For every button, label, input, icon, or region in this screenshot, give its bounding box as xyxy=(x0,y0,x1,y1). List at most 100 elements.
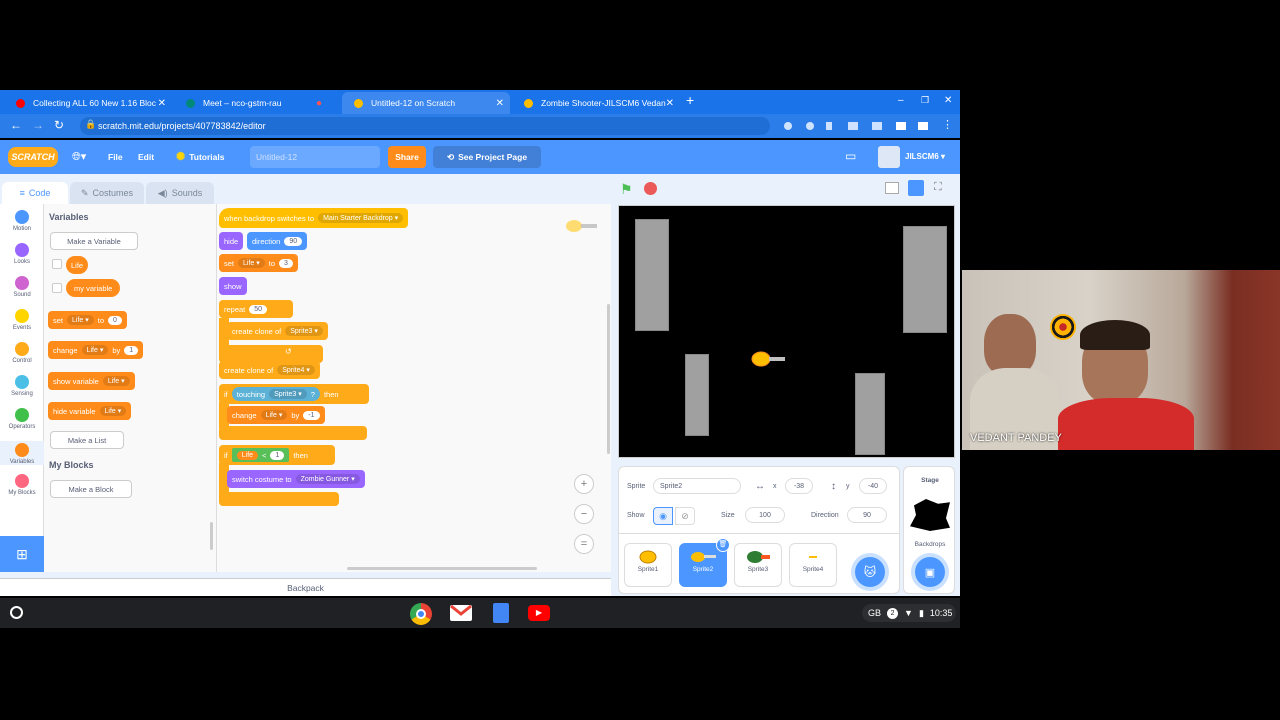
code-workspace[interactable]: when backdrop switches to Main Starter B… xyxy=(216,204,611,572)
value-input[interactable]: 3 xyxy=(279,258,293,268)
create-clone-block[interactable]: create clone of Sprite3 ▾ xyxy=(227,322,328,340)
palette-scrollbar[interactable] xyxy=(210,522,213,550)
green-flag-icon[interactable]: ⚑ xyxy=(620,181,633,198)
edit-menu[interactable]: Edit xyxy=(138,152,154,162)
forward-icon[interactable]: → xyxy=(32,118,44,132)
workspace-vscrollbar[interactable] xyxy=(607,304,610,454)
x-input[interactable]: -38 xyxy=(785,478,813,494)
docs-icon[interactable] xyxy=(493,603,509,623)
extension-icons[interactable] xyxy=(782,120,932,130)
size-input[interactable]: 100 xyxy=(745,507,785,523)
see-project-page-button[interactable]: ⟲ See Project Page xyxy=(433,146,541,168)
sprite-thumbnail-selected[interactable]: Sprite2 🗑 xyxy=(679,538,730,587)
hide-block[interactable]: hide xyxy=(219,232,244,250)
switch-costume-block[interactable]: switch costume to Zombie Gunner ▾ xyxy=(227,470,365,488)
stop-icon[interactable] xyxy=(644,182,657,195)
category-my-blocks[interactable]: My Blocks xyxy=(0,474,44,496)
variable-dropdown[interactable]: Life ▾ xyxy=(102,376,130,386)
variable-life-reporter[interactable]: Life xyxy=(66,256,89,274)
category-sensing[interactable]: Sensing xyxy=(0,375,44,397)
variable-my-variable-reporter[interactable]: my variable xyxy=(66,279,121,297)
chrome-menu-icon[interactable]: ⋮ xyxy=(942,118,953,131)
category-variables[interactable]: Variables xyxy=(0,441,44,465)
change-variable-block[interactable]: change Life ▾ by -1 xyxy=(227,406,325,424)
browser-tab-4[interactable]: Zombie Shooter-JILSCM6 Vedan ✕ xyxy=(512,92,680,114)
make-variable-button[interactable]: Make a Variable xyxy=(50,232,138,250)
zoom-in-button[interactable]: + xyxy=(574,474,594,494)
direction-input[interactable]: 90 xyxy=(847,507,887,523)
normal-stage-icon[interactable] xyxy=(908,180,924,196)
globe-icon[interactable]: 🌐︎▾ xyxy=(72,150,86,164)
variable-dropdown[interactable]: Life ▾ xyxy=(81,345,109,355)
repeat-count-input[interactable]: 50 xyxy=(249,304,268,314)
scratch-logo[interactable]: SCRATCH xyxy=(8,147,58,167)
minimize-icon[interactable]: – xyxy=(898,95,904,106)
chrome-icon[interactable] xyxy=(410,603,432,625)
username[interactable]: JILSCM6 ▾ xyxy=(905,152,945,161)
launcher-icon[interactable] xyxy=(10,606,23,619)
close-window-icon[interactable]: ✕ xyxy=(944,95,952,106)
variable-dropdown[interactable]: Life ▾ xyxy=(260,410,288,420)
hide-variable-block[interactable]: hide variable Life ▾ xyxy=(48,402,132,420)
repeat-block[interactable]: repeat 50 xyxy=(219,300,293,318)
make-block-button[interactable]: Make a Block xyxy=(50,480,132,498)
tutorials-button[interactable]: ✺ Tutorials xyxy=(176,150,224,163)
sprite-dropdown[interactable]: Sprite3 ▾ xyxy=(269,389,307,399)
if-touching-block[interactable]: if touching Sprite3 ▾ ? then xyxy=(219,384,369,404)
point-direction-block[interactable]: direction 90 xyxy=(247,232,308,250)
sprite-name-input[interactable]: Sprite2 xyxy=(653,478,741,494)
browser-tab-2[interactable]: Meet – nco-gstm-rau ● xyxy=(174,92,340,114)
category-events[interactable]: Events xyxy=(0,309,44,331)
category-sound[interactable]: Sound xyxy=(0,276,44,298)
project-title-input[interactable]: Untitled-12 xyxy=(250,146,380,168)
zoom-out-button[interactable]: − xyxy=(574,504,594,524)
less-than-operator-block[interactable]: Life < 1 xyxy=(231,448,290,462)
backdrop-dropdown[interactable]: Main Starter Backdrop ▾ xyxy=(318,213,404,223)
make-list-button[interactable]: Make a List xyxy=(50,431,124,449)
close-tab-icon[interactable]: ✕ xyxy=(666,98,674,109)
category-control[interactable]: Control xyxy=(0,342,44,364)
touching-sensing-block[interactable]: touching Sprite3 ▾ ? xyxy=(231,387,320,401)
zoom-reset-button[interactable]: = xyxy=(574,534,594,554)
when-backdrop-switches-hat[interactable]: when backdrop switches to Main Starter B… xyxy=(219,208,409,228)
close-tab-icon[interactable]: ✕ xyxy=(496,98,504,109)
choose-backdrop-button[interactable]: ▣ xyxy=(915,557,945,587)
value-input[interactable]: 0 xyxy=(108,315,122,325)
variable-dropdown[interactable]: Life ▾ xyxy=(238,258,265,268)
tab-sounds[interactable]: ◀) Sounds xyxy=(146,182,214,204)
system-tray[interactable]: GB 2 ▼ ▮ 10:35 xyxy=(862,604,956,622)
sprite-thumbnail[interactable]: Sprite4 xyxy=(789,543,837,587)
category-motion[interactable]: Motion xyxy=(0,210,44,232)
category-looks[interactable]: Looks xyxy=(0,243,44,265)
stage-target-panel[interactable]: Stage Backdrops ▣ xyxy=(903,466,955,594)
browser-tab-1[interactable]: Collecting ALL 60 New 1.16 Bloc ✕ xyxy=(4,92,172,114)
sprite-thumbnail[interactable]: Sprite3 xyxy=(734,543,782,587)
direction-input[interactable]: 90 xyxy=(284,236,303,246)
value-input[interactable]: 1 xyxy=(270,450,285,460)
variable-dropdown[interactable]: Life ▾ xyxy=(99,406,127,416)
y-input[interactable]: -40 xyxy=(859,478,887,494)
url-field[interactable]: 🔒 scratch.mit.edu/projects/407783842/edi… xyxy=(80,117,770,135)
sprite-dropdown[interactable]: Sprite3 ▾ xyxy=(285,326,323,336)
costume-dropdown[interactable]: Zombie Gunner ▾ xyxy=(295,474,360,484)
share-button[interactable]: Share xyxy=(388,146,426,168)
create-clone-block[interactable]: create clone of Sprite4 ▾ xyxy=(219,361,320,379)
back-icon[interactable]: ← xyxy=(10,118,22,132)
file-menu[interactable]: File xyxy=(108,152,123,162)
value-input[interactable]: -1 xyxy=(303,410,320,420)
small-stage-icon[interactable] xyxy=(885,182,899,194)
variable-checkbox[interactable] xyxy=(52,283,62,293)
set-variable-block[interactable]: set Life ▾ to 0 xyxy=(48,311,127,329)
fullscreen-icon[interactable]: ⛶ xyxy=(934,181,942,194)
reload-icon[interactable]: ↻ xyxy=(54,118,64,132)
set-variable-block[interactable]: set Life ▾ to 3 xyxy=(219,254,298,272)
if-life-lt-block[interactable]: if Life < 1 then xyxy=(219,445,335,465)
backpack-bar[interactable]: Backpack xyxy=(0,578,611,596)
category-operators[interactable]: Operators xyxy=(0,408,44,430)
delete-sprite-icon[interactable]: 🗑 xyxy=(716,538,730,552)
stage-canvas[interactable] xyxy=(618,205,955,458)
youtube-icon[interactable]: ▶ xyxy=(528,605,550,621)
close-tab-icon[interactable]: ✕ xyxy=(158,98,166,109)
avatar[interactable] xyxy=(878,146,900,168)
choose-sprite-button[interactable]: 🐱︎ xyxy=(855,557,885,587)
